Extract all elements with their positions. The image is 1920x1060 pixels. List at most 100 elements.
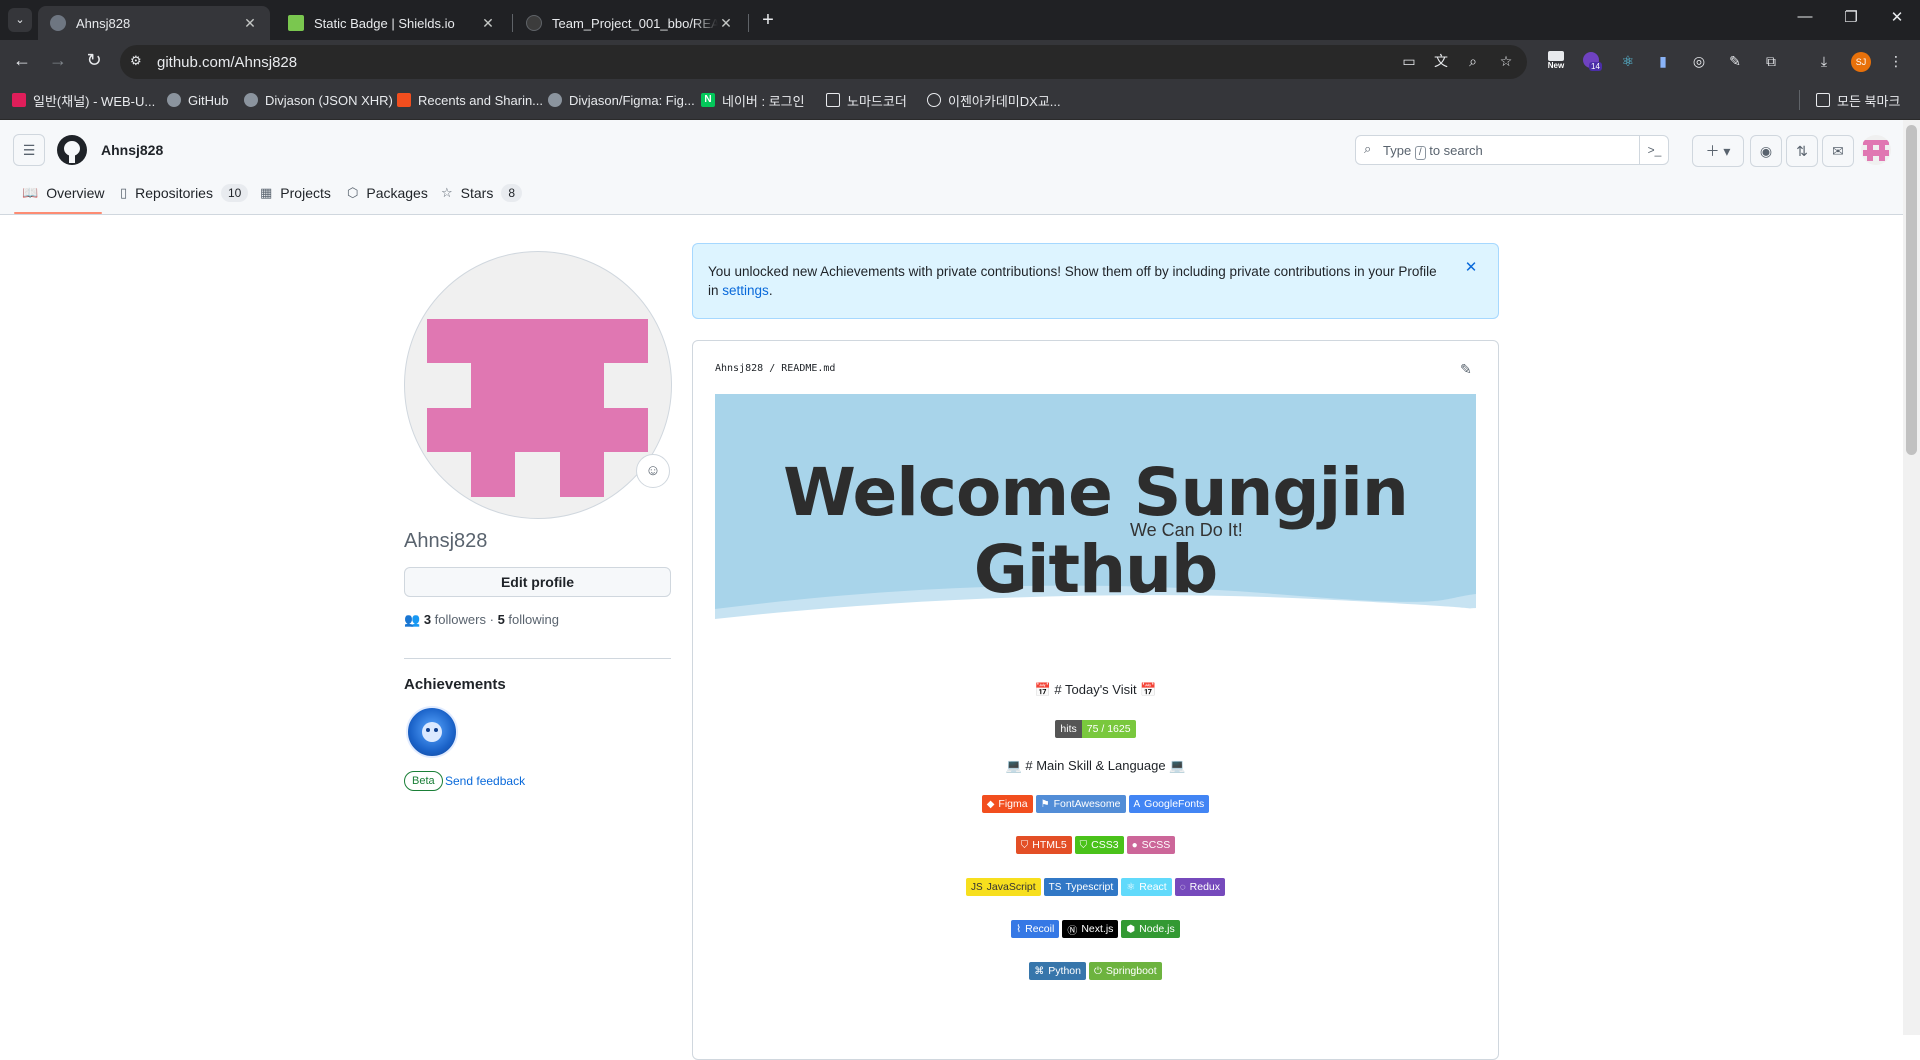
skill-badge-typescript[interactable]: TS Typescript xyxy=(1043,878,1119,896)
address-bar[interactable] xyxy=(120,45,1527,79)
issues-icon[interactable]: ◉ xyxy=(1750,135,1782,167)
url-text[interactable]: github.com/Ahnsj828 xyxy=(157,54,297,71)
hits-badge[interactable]: hits 75 / 1625 xyxy=(715,720,1476,738)
nodejs-icon: ⬢ xyxy=(1126,923,1136,935)
extension-doc-icon[interactable]: ▮ xyxy=(1654,52,1672,70)
header-username[interactable]: Ahnsj828 xyxy=(101,142,163,158)
edit-profile-button[interactable]: Edit profile xyxy=(404,567,671,597)
skill-badge-javascript[interactable]: JS JavaScript xyxy=(965,878,1041,896)
edit-readme-pencil-icon[interactable]: ✎ xyxy=(1460,361,1476,377)
shields-icon xyxy=(288,15,304,31)
skill-badge-python[interactable]: ⌘ Python xyxy=(1029,962,1086,980)
new-tab-button[interactable]: + xyxy=(758,8,778,32)
restore-icon[interactable]: ❐ xyxy=(1828,8,1874,32)
extension-count-icon[interactable]: 14 xyxy=(1583,52,1605,74)
inbox-icon[interactable]: ✉ xyxy=(1822,135,1854,167)
html5-icon: ⛉ xyxy=(1020,839,1029,851)
hamburger-menu-icon[interactable]: ☰ xyxy=(13,134,45,166)
bookmark-item[interactable]: 일반(채널) - WEB-U... xyxy=(12,91,155,109)
download-icon[interactable]: ⤓ xyxy=(1815,52,1833,70)
set-status-smiley-icon[interactable]: ☺ xyxy=(636,454,670,488)
github-icon xyxy=(50,15,66,31)
skill-badge-figma[interactable]: ◆ Figma xyxy=(981,795,1033,813)
tab-packages[interactable]: ⬡ Packages xyxy=(347,176,428,210)
badge-label: HTML5 xyxy=(1032,839,1067,851)
forward-icon[interactable]: → xyxy=(44,48,72,72)
skill-badge-googlefonts[interactable]: A GoogleFonts xyxy=(1128,795,1210,813)
translate-icon[interactable]: 文 xyxy=(1432,52,1450,70)
following-link[interactable]: 5 following xyxy=(498,612,559,627)
send-feedback-link[interactable]: Send feedback xyxy=(445,774,525,788)
install-app-icon[interactable]: ▭ xyxy=(1400,52,1418,70)
readme-file[interactable]: README.md xyxy=(781,363,835,374)
bookmark-item[interactable]: GitHub xyxy=(167,91,228,109)
bookmark-star-icon[interactable]: ☆ xyxy=(1497,52,1515,70)
tab-search-button[interactable]: ⌄ xyxy=(8,8,32,32)
achievement-badge-icon[interactable] xyxy=(406,706,458,758)
recoil-icon: ⌇ xyxy=(1016,923,1022,935)
reload-icon[interactable]: ↻ xyxy=(80,48,108,72)
tab-stars[interactable]: ☆ Stars 8 xyxy=(441,176,523,210)
skill-badge-row-3: JS JavaScript TS Typescript ⚛ React ◌ Redux xyxy=(715,878,1476,896)
profile-avatar[interactable]: SJ xyxy=(1851,52,1871,72)
tab-projects[interactable]: ▦ Projects xyxy=(260,176,331,210)
skill-badge-recoil[interactable]: ⌇ Recoil xyxy=(1011,920,1060,938)
flash-message-text: You unlocked new Achievements with priva… xyxy=(708,264,1437,298)
skill-badge-css3[interactable]: ⛉ CSS3 xyxy=(1074,836,1124,854)
skill-badge-springboot[interactable]: ⏻ Springboot xyxy=(1088,962,1162,980)
create-new-button[interactable]: ＋ ▾ xyxy=(1692,135,1744,167)
readme-path-sep: / xyxy=(769,363,776,374)
skill-badge-nodejs[interactable]: ⬢ Node.js xyxy=(1121,920,1180,938)
bookmark-item[interactable]: Divjason (JSON XHR) xyxy=(244,91,393,109)
tab-label: Projects xyxy=(280,185,331,201)
profile-avatar-large[interactable] xyxy=(404,251,672,519)
zoom-icon[interactable]: ⌕ xyxy=(1464,52,1482,70)
skill-badge-react[interactable]: ⚛ React xyxy=(1121,878,1172,896)
browser-tab-ahnsj828[interactable]: Ahnsj828 ✕ xyxy=(38,6,270,40)
banner-subtitle: We Can Do It! xyxy=(1130,520,1243,540)
all-bookmarks-folder[interactable]: 모든 북마크 xyxy=(1816,91,1900,109)
tab-overview[interactable]: 📖 Overview xyxy=(22,176,105,210)
browser-tab-shields[interactable]: Static Badge | Shields.io ✕ xyxy=(276,6,508,40)
bookmark-item[interactable]: 이젠아카데미DX교... xyxy=(927,91,1061,109)
window-close-icon[interactable]: ✕ xyxy=(1874,8,1920,32)
flash-settings-link[interactable]: settings xyxy=(722,283,769,298)
page-scrollbar-thumb[interactable] xyxy=(1906,125,1917,455)
user-avatar-menu[interactable] xyxy=(1861,135,1891,165)
css3-icon: ⛉ xyxy=(1079,839,1088,851)
bookmark-item[interactable]: 노마드코더 xyxy=(826,91,907,109)
search-input[interactable]: ⌕ Type / to search >_ xyxy=(1355,135,1669,165)
close-icon[interactable]: ✕ xyxy=(242,15,258,32)
skill-badge-scss[interactable]: ● SCSS xyxy=(1126,836,1176,854)
minimize-icon[interactable]: — xyxy=(1782,8,1828,32)
close-icon[interactable]: ✕ xyxy=(718,15,734,32)
extensions-puzzle-icon[interactable]: ⧉ xyxy=(1762,52,1780,70)
followers-link[interactable]: 3 followers xyxy=(424,612,486,627)
site-info-icon[interactable]: ⚙ xyxy=(130,53,148,71)
react-devtools-icon[interactable]: ⚛ xyxy=(1619,52,1637,70)
chrome-menu-icon[interactable]: ⋮ xyxy=(1887,52,1905,70)
bookmark-item[interactable]: N 네이버 : 로그인 xyxy=(701,91,805,109)
browser-tab-team-project[interactable]: Team_Project_001_bbo/READM ✕ xyxy=(514,6,746,40)
command-palette-icon[interactable]: >_ xyxy=(1639,136,1669,164)
skill-badge-row-2: ⛉ HTML5 ⛉ CSS3 ● SCSS xyxy=(715,836,1476,854)
skill-badge-html5[interactable]: ⛉ HTML5 xyxy=(1015,836,1072,854)
skill-badge-redux[interactable]: ◌ Redux xyxy=(1174,878,1226,896)
skill-badge-fontawesome[interactable]: ⚑ FontAwesome xyxy=(1035,795,1126,813)
bookmark-item[interactable]: Divjason/Figma: Fig... xyxy=(548,91,695,109)
repo-icon: ▯ xyxy=(120,185,128,200)
extension-new-icon[interactable]: New xyxy=(1543,51,1569,73)
tab-repositories[interactable]: ▯ Repositories 10 xyxy=(120,176,249,210)
github-logo-icon[interactable] xyxy=(57,135,87,165)
pull-requests-icon[interactable]: ⇅ xyxy=(1786,135,1818,167)
extension-target-icon[interactable]: ◎ xyxy=(1690,52,1708,70)
badge-label: Typescript xyxy=(1065,881,1114,893)
bookmark-item[interactable]: Recents and Sharin... xyxy=(397,91,543,109)
close-icon[interactable]: ✕ xyxy=(480,15,496,32)
readme-owner[interactable]: Ahnsj828 xyxy=(715,363,763,374)
skill-badge-nextjs[interactable]: Ⓝ Next.js xyxy=(1062,920,1119,938)
flash-close-icon[interactable]: ✕ xyxy=(1462,258,1480,276)
back-icon[interactable]: ← xyxy=(8,48,36,72)
extension-pen-icon[interactable]: ✎ xyxy=(1726,52,1744,70)
extension-new-label: New xyxy=(1547,61,1565,70)
